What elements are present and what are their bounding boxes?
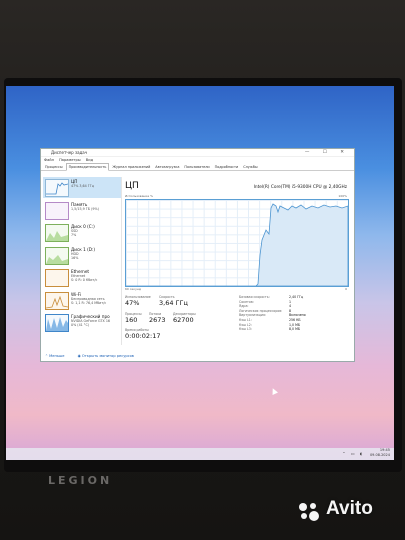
- detail-row: Кэш L3: 8,0 МБ: [239, 327, 349, 332]
- sidebar-item-sub: Беспроводная сеть S: 1,1 R: 76,4 Мбит/с: [71, 296, 107, 305]
- detail-key: Кэш L3:: [239, 327, 252, 332]
- window-titlebar[interactable]: Диспетчер задач — ☐ ✕: [41, 149, 354, 157]
- tab-app-history[interactable]: Журнал приложений: [110, 164, 152, 171]
- gpu-thumbnail: [45, 314, 69, 332]
- sidebar-item-disk1[interactable]: Диск 1 (D:) HDD 16%: [43, 245, 121, 266]
- cpu-usage-graph: [125, 199, 349, 287]
- util-value: 47%: [125, 299, 140, 307]
- sidebar-item-sub: 47% 3,64 ГГц: [71, 184, 95, 188]
- sidebar-item-sub: HDD 16%: [71, 251, 79, 260]
- tab-services[interactable]: Службы: [241, 164, 259, 171]
- tray-icons[interactable]: ⌃ ▭ ◖: [342, 451, 364, 456]
- uptime-value: 0:00:02:17: [125, 332, 161, 340]
- menu-view[interactable]: Вид: [86, 158, 93, 162]
- avito-logo-icon: [299, 503, 319, 521]
- clock-date: 09.08.2024: [369, 452, 390, 457]
- sidebar-item-gpu[interactable]: Графический про NVIDIA GeForce GTX 16 0%…: [43, 312, 121, 333]
- sidebar-item-wifi[interactable]: Wi-Fi Беспроводная сеть S: 1,1 R: 76,4 М…: [43, 290, 121, 311]
- fewer-details-label: Меньше: [49, 354, 65, 358]
- graph-axis-label: Использование %: [125, 194, 153, 198]
- menu-options[interactable]: Параметры: [59, 158, 81, 162]
- tab-users[interactable]: Пользователи: [182, 164, 211, 171]
- sidebar-item-memory[interactable]: Память 1,5/15,9 ГБ (9%): [43, 200, 121, 221]
- sidebar-item-cpu[interactable]: ЦП 47% 3,64 ГГц: [43, 177, 121, 198]
- tab-performance[interactable]: Производительность: [65, 163, 110, 171]
- window-title: Диспетчер задач: [51, 150, 88, 155]
- handles-value: 62700: [173, 316, 194, 324]
- processes-value: 160: [125, 316, 138, 324]
- resource-monitor-label: Открыть монитор ресурсов: [81, 354, 134, 358]
- ethernet-thumbnail: [45, 269, 69, 287]
- laptop-brand-logo: LEGION: [48, 474, 113, 487]
- fewer-details-link[interactable]: ⌃ Меньше: [45, 354, 70, 358]
- sidebar-item-sub: NVIDIA GeForce GTX 16 0% (41 °C): [71, 319, 111, 327]
- cpu-panel: ЦП Intel(R) Core(TM) i5-9300H CPU @ 2,40…: [123, 177, 351, 347]
- taskbar-clock[interactable]: 19:45 09.08.2024: [370, 448, 390, 457]
- menu-file[interactable]: Файл: [44, 158, 54, 162]
- graph-time-label: 60 секунд: [125, 287, 141, 291]
- panel-title: ЦП: [125, 181, 139, 191]
- cpu-thumbnail: [45, 179, 69, 197]
- disk1-thumbnail: [45, 246, 69, 265]
- disk0-thumbnail: [45, 224, 69, 242]
- sidebar-item-sub: 1,5/15,9 ГБ (9%): [71, 206, 99, 211]
- detail-value: 8,0 МБ: [289, 327, 301, 332]
- memory-thumbnail: [45, 201, 69, 220]
- tab-bar: Процессы Производительность Журнал приложе…: [41, 163, 354, 171]
- cpu-model: Intel(R) Core(TM) i5-9300H CPU @ 2,40GHz: [253, 185, 347, 190]
- graph-axis-max: 100%: [338, 194, 347, 198]
- sidebar-item-sub: Ethernet S: 0 R: 0 Кбит/с: [71, 274, 98, 282]
- tab-processes[interactable]: Процессы: [43, 164, 65, 171]
- taskbar: ⌃ ▭ ◖ 19:45 09.08.2024: [6, 448, 394, 460]
- task-manager-window: Диспетчер задач — ☐ ✕ Файл Параметры Вид…: [40, 148, 355, 362]
- graph-zero-label: 0: [345, 287, 347, 291]
- speed-value: 3,64 ГГц: [159, 299, 188, 307]
- window-footer: ⌃ Меньше ◉ Открыть монитор ресурсов: [45, 354, 146, 358]
- cpu-details: Базовая скорость: 2,40 ГГц Сокетов: 1 Ядра…: [239, 295, 349, 332]
- wifi-thumbnail: [45, 291, 69, 310]
- threads-value: 2673: [149, 316, 166, 324]
- resource-monitor-link[interactable]: ◉ Открыть монитор ресурсов: [78, 354, 140, 358]
- sidebar-item-ethernet[interactable]: Ethernet Ethernet S: 0 R: 0 Кбит/с: [43, 267, 121, 288]
- sidebar-item-sub: SSD 7%: [71, 229, 78, 237]
- sidebar-item-disk0[interactable]: Диск 0 (C:) SSD 7%: [43, 222, 121, 243]
- window-controls[interactable]: — ☐ ✕: [305, 149, 350, 156]
- performance-sidebar: ЦП 47% 3,64 ГГц Память 1,5/15,9 ГБ (9%) …: [43, 177, 122, 345]
- watermark: Avito: [326, 498, 373, 519]
- tab-startup[interactable]: Автозагрузка: [153, 164, 181, 171]
- tab-details[interactable]: Подробности: [213, 164, 241, 171]
